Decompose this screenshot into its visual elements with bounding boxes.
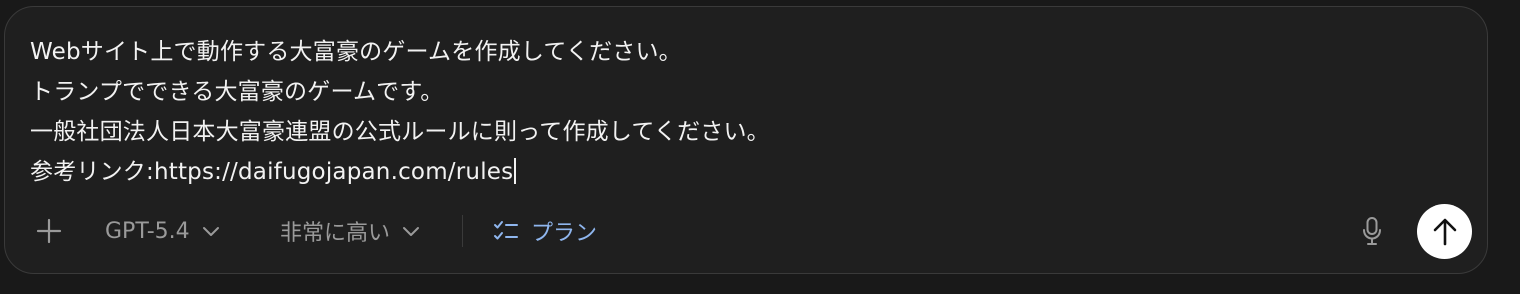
- prompt-line-3: 一般社団法人日本大富豪連盟の公式ルールに則って作成してください。: [30, 119, 770, 145]
- add-attachment-button[interactable]: [31, 205, 67, 257]
- reasoning-effort-selector[interactable]: 非常に高い: [280, 205, 420, 257]
- chevron-down-icon: [402, 225, 420, 237]
- prompt-line-2: トランプでできる大富豪のゲームです。: [30, 79, 444, 105]
- prompt-composer[interactable]: Webサイト上で動作する大富豪のゲームを作成してください。 トランプでできる大富…: [4, 6, 1488, 274]
- checklist-icon: [493, 219, 519, 243]
- arrow-up-icon: [1431, 217, 1459, 247]
- voice-input-button[interactable]: [1357, 205, 1387, 257]
- prompt-line-4: 参考リンク:https://daifugojapan.com/rules: [30, 152, 1390, 192]
- plus-icon: [35, 217, 63, 245]
- prompt-line-1: Webサイト上で動作する大富豪のゲームを作成してください。: [30, 39, 682, 65]
- microphone-icon: [1361, 216, 1383, 246]
- send-button[interactable]: [1417, 204, 1472, 259]
- prompt-line-4-text: 参考リンク:https://daifugojapan.com/rules: [30, 159, 514, 185]
- prompt-input[interactable]: Webサイト上で動作する大富豪のゲームを作成してください。 トランプでできる大富…: [30, 32, 1390, 192]
- chevron-down-icon: [202, 225, 220, 237]
- plan-mode-button[interactable]: プラン: [493, 205, 597, 257]
- model-label: GPT-5.4: [105, 218, 190, 244]
- model-selector[interactable]: GPT-5.4: [105, 205, 220, 257]
- toolbar-divider: [462, 215, 463, 247]
- text-cursor: [514, 158, 517, 184]
- effort-label: 非常に高い: [280, 221, 391, 246]
- plan-label: プラン: [531, 221, 598, 246]
- composer-toolbar: GPT-5.4 非常に高い プラン: [5, 204, 1487, 259]
